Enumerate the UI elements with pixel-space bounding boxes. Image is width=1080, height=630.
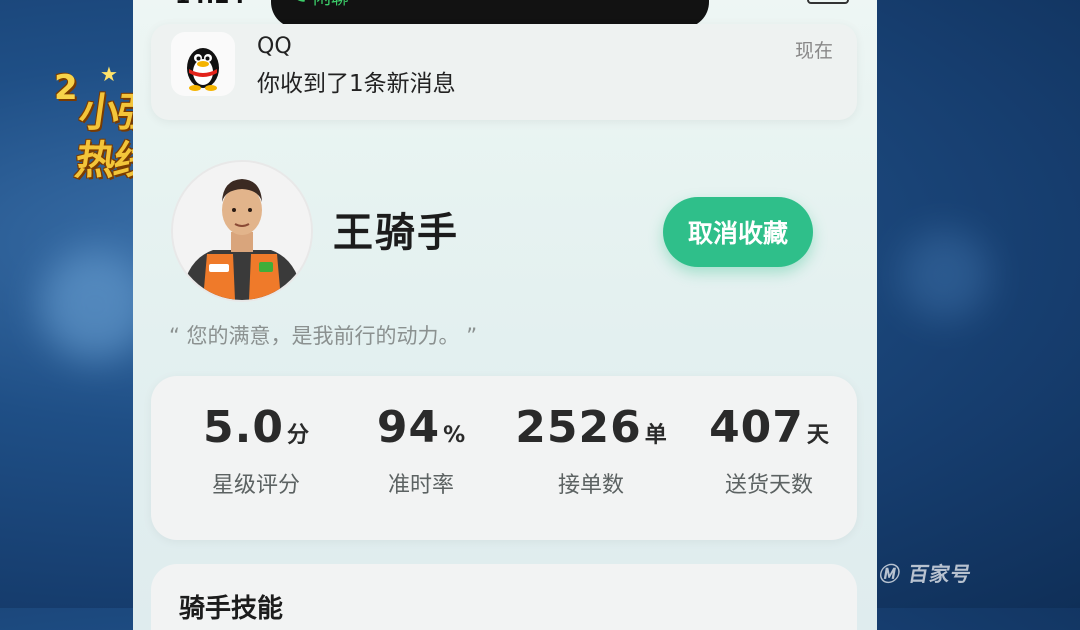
battery-icon: [807, 0, 849, 4]
qq-penguin-icon: [171, 32, 235, 96]
rider-name: 王骑手: [333, 210, 459, 256]
phone-screen: 14:24 闲聊 QQ 你收到了1条新: [133, 0, 877, 630]
cancel-favorite-button[interactable]: 取消收藏: [663, 197, 813, 267]
status-icons: [759, 0, 849, 6]
stat-unit: 天: [806, 423, 829, 448]
status-time: 14:24: [175, 0, 245, 9]
stat-value: 5.0: [203, 402, 284, 453]
rider-motto: “ 您的满意，是我前行的动力。 ”: [169, 324, 478, 348]
skills-card: 骑手技能: [151, 564, 857, 630]
stat-label: 准时率: [387, 473, 454, 498]
stats-card: 5.0 分 星级评分 94% 准时率 2526 单 接单数 407 天 送货天数: [151, 376, 857, 540]
stat-delivery-days: 407 天 送货天数: [684, 402, 854, 499]
phone-call-icon: [297, 0, 305, 2]
stat-value: 407: [709, 402, 804, 453]
rider-avatar[interactable]: [173, 162, 311, 300]
stat-label: 星级评分: [211, 473, 300, 498]
stat-label: 接单数: [557, 473, 624, 498]
stat-value: 94: [376, 402, 441, 453]
background-glow: [900, 230, 990, 320]
notification-time: 现在: [794, 40, 833, 62]
stat-on-time-rate: 94% 准时率: [336, 402, 506, 499]
skills-title: 骑手技能: [179, 594, 284, 624]
stat-unit: 分: [286, 423, 309, 448]
qq-notification[interactable]: QQ 你收到了1条新消息 现在: [151, 24, 857, 120]
status-bar: 14:24 闲聊: [133, 0, 877, 28]
stat-value: 2526: [515, 402, 642, 453]
stat-rating: 5.0 分 星级评分: [171, 402, 341, 499]
stat-unit: 单: [644, 423, 667, 448]
stat-orders: 2526 单 接单数: [506, 402, 676, 499]
notification-message: 你收到了1条新消息: [257, 71, 456, 97]
stat-label: 送货天数: [724, 473, 813, 498]
stat-unit: %: [443, 423, 466, 448]
watermark: Ⓜ 百家号: [877, 562, 974, 586]
call-indicator-text: 闲聊: [313, 0, 349, 10]
logo-prefix: 2: [54, 68, 78, 108]
notification-app-name: QQ: [257, 34, 292, 59]
